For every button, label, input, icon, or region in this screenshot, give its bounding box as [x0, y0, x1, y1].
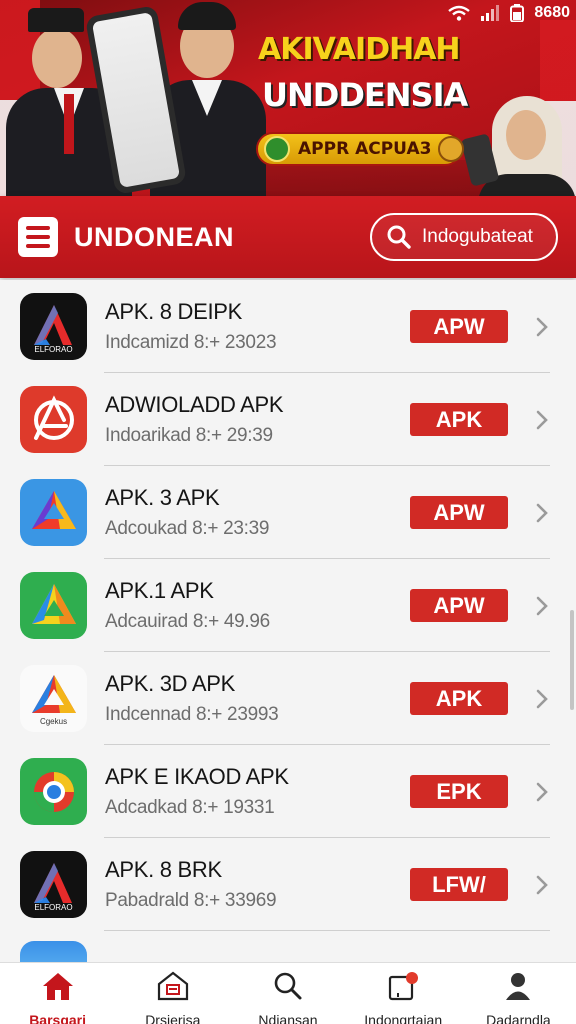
chevron-right-icon[interactable]	[532, 688, 552, 710]
list-item[interactable]: APK E IKAOD APK Adcadkad 8:+ 19331 EPK	[0, 745, 576, 838]
list-item[interactable]: APK.1 APK Adcauirad 8:+ 49.96 APW	[0, 559, 576, 652]
nav-item-home[interactable]: Barsgari	[0, 963, 115, 1024]
app-text: APK E IKAOD APK Adcadkad 8:+ 19331	[105, 764, 410, 819]
list-item[interactable]: Cgekus APK. 3D APK Indcennad 8:+ 23993 APK	[0, 652, 576, 745]
chevron-right-icon[interactable]	[532, 502, 552, 524]
app-title: APK. 3 APK	[105, 485, 220, 510]
app-list: ELFORAO APK. 8 DEIPK Indcamizd 8:+ 23023 AP…	[0, 280, 576, 962]
search-input[interactable]: Indogubateat	[370, 213, 558, 261]
app-tag-button[interactable]: APK	[410, 403, 508, 436]
nav-item-label: Dadarndla	[486, 1012, 551, 1024]
app-subtitle: Indcamizd 8:+ 23023	[105, 332, 277, 353]
list-item-partial[interactable]	[0, 931, 576, 962]
app-icon	[20, 758, 87, 825]
app-icon: ELFORAO	[20, 851, 87, 918]
chevron-right-icon[interactable]	[532, 874, 552, 896]
badge-icon	[264, 136, 290, 162]
list-item[interactable]: ELFORAO APK. 8 DEIPK Indcamizd 8:+ 23023 AP…	[0, 280, 576, 373]
banner-title: AKIVAIDHAH	[258, 32, 461, 67]
nav-item-search[interactable]: Ndiansan	[230, 963, 345, 1024]
notification-icon	[386, 971, 420, 1006]
list-item[interactable]: ELFORAO APK. 8 BRK Pabadrald 8:+ 33969 LFW/	[0, 838, 576, 931]
banner-cta-pill[interactable]: APPR ACPUA3	[256, 132, 462, 166]
status-time: 8680	[534, 4, 570, 21]
app-icon	[20, 386, 87, 453]
app-title: APK. 8 DEIPK	[105, 299, 243, 324]
app-icon-caption: ELFORAO	[34, 903, 73, 912]
chevron-right-icon[interactable]	[532, 316, 552, 338]
promo-banner[interactable]: AKIVAIDHAH UNDDENSIA APPR ACPUA3 8680	[0, 0, 576, 200]
app-icon-partial	[20, 941, 87, 962]
banner-cta-label: APPR ACPUA3	[298, 139, 432, 159]
app-icon	[20, 479, 87, 546]
app-title: APK.1 APK	[105, 578, 214, 603]
banner-person-right	[478, 96, 576, 200]
battery-icon	[510, 4, 525, 22]
signal-icon	[481, 5, 500, 21]
app-subtitle: Indcennad 8:+ 23993	[105, 704, 279, 725]
app-title: APK E IKAOD APK	[105, 764, 289, 789]
menu-icon[interactable]	[18, 217, 58, 257]
app-icon-caption: ELFORAO	[34, 345, 73, 354]
chevron-right-icon[interactable]	[532, 409, 552, 431]
app-tag-button[interactable]: APK	[410, 682, 508, 715]
chevron-right-icon[interactable]	[532, 781, 552, 803]
app-text: ADWIOLADD APK Indoarikad 8:+ 29:39	[105, 392, 410, 447]
app-title: APK. 8 BRK	[105, 857, 222, 882]
app-subtitle: Adcoukad 8:+ 23:39	[105, 518, 270, 539]
search-icon	[271, 971, 305, 1006]
app-icon: ELFORAO	[20, 293, 87, 360]
home-icon	[41, 971, 75, 1006]
profile-icon	[501, 971, 535, 1006]
search-icon	[387, 225, 411, 249]
app-subtitle: Indoarikad 8:+ 29:39	[105, 425, 273, 446]
nav-item-profile[interactable]: Dadarndla	[461, 963, 576, 1024]
nav-item-notification[interactable]: Indongrtaian	[346, 963, 461, 1024]
app-tag-button[interactable]: APW	[410, 496, 508, 529]
emblem-icon	[438, 136, 464, 162]
status-bar: 8680	[448, 0, 576, 26]
app-text: APK. 8 BRK Pabadrald 8:+ 33969	[105, 857, 410, 912]
app-text: APK. 3 APK Adcoukad 8:+ 23:39	[105, 485, 410, 540]
nav-item-label: Ndiansan	[258, 1012, 318, 1024]
app-text: APK.1 APK Adcauirad 8:+ 49.96	[105, 578, 410, 633]
list-item[interactable]: ADWIOLADD APK Indoarikad 8:+ 29:39 APK	[0, 373, 576, 466]
nav-item-label: Drsierisa	[145, 1012, 201, 1024]
nav-item-label: Indongrtaian	[364, 1012, 443, 1024]
app-text: APK. 8 DEIPK Indcamizd 8:+ 23023	[105, 299, 410, 354]
app-tag-button[interactable]: EPK	[410, 775, 508, 808]
app-subtitle: Adcauirad 8:+ 49.96	[105, 611, 270, 632]
app-tag-button[interactable]: APW	[410, 589, 508, 622]
nav-item-store[interactable]: Drsierisa	[115, 963, 230, 1024]
header-title: UNDONEAN	[74, 221, 235, 252]
app-text: APK. 3D APK Indcennad 8:+ 23993	[105, 671, 410, 726]
banner-subtitle: UNDDENSIA	[262, 76, 468, 114]
app-title: APK. 3D APK	[105, 671, 235, 696]
wifi-icon	[448, 5, 471, 21]
app-subtitle: Adcadkad 8:+ 19331	[105, 797, 275, 818]
app-tag-button[interactable]: LFW/	[410, 868, 508, 901]
list-item[interactable]: APK. 3 APK Adcoukad 8:+ 23:39 APW	[0, 466, 576, 559]
app-icon-caption: Cgekus	[39, 717, 68, 726]
app-icon: Cgekus	[20, 665, 87, 732]
app-title: ADWIOLADD APK	[105, 392, 284, 417]
store-icon	[156, 971, 190, 1006]
nav-item-label: Barsgari	[29, 1012, 86, 1024]
app-header: UNDONEAN Indogubateat	[0, 196, 576, 278]
app-subtitle: Pabadrald 8:+ 33969	[105, 890, 277, 911]
search-input-text: Indogubateat	[422, 226, 533, 247]
bottom-navigation: Barsgari Drsierisa Ndiansan Indongrtaian Dad…	[0, 962, 576, 1024]
app-icon	[20, 572, 87, 639]
app-tag-button[interactable]: APW	[410, 310, 508, 343]
scrollbar[interactable]	[570, 610, 574, 710]
chevron-right-icon[interactable]	[532, 595, 552, 617]
